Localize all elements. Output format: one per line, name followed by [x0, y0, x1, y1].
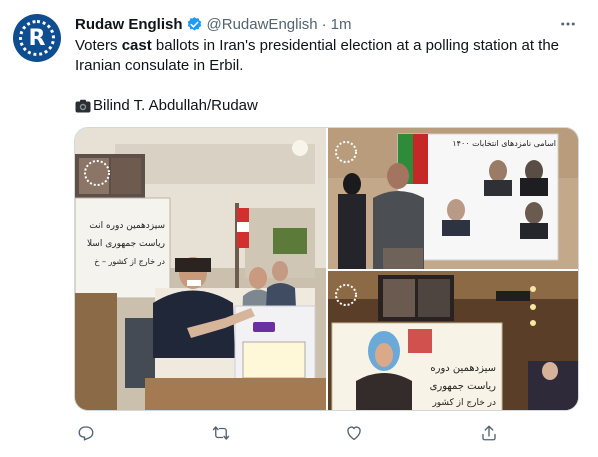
sign-text-1: سیزدهمین دوره [430, 363, 496, 374]
reply-icon[interactable] [75, 422, 97, 444]
media-grid: سیزدهمین دوره انت ریاست جمهوری اسلا در خ… [74, 127, 579, 411]
tweet-time[interactable]: 1m [331, 16, 352, 33]
photo-woman-voter[interactable]: سیزدهمین دوره ریاست جمهوری در خارج از کش… [328, 271, 578, 410]
tweet-header: Rudaw English @RudawEnglish · 1m [75, 14, 351, 34]
account-handle[interactable]: @RudawEnglish [207, 16, 318, 33]
heart-icon[interactable] [343, 422, 365, 444]
verified-badge-icon [186, 16, 203, 33]
separator-dot: · [321, 15, 327, 33]
photo-voter-at-candidate-poster[interactable]: اسامی نامزدهای انتخابات ۱۴۰۰ [328, 128, 578, 269]
photo-credit: Bilind T. Abdullah/Rudaw [75, 96, 258, 116]
account-name[interactable]: Rudaw English [75, 16, 183, 33]
sign-text-3: در خارج از کشور [431, 398, 496, 408]
poster-text-3: در خارج از کشور – خ [94, 257, 165, 266]
poster-text-2: ریاست جمهوری اسلا [87, 239, 165, 249]
sign-text-2: ریاست جمهوری [430, 381, 497, 392]
retweet-icon[interactable] [210, 422, 232, 444]
candidates-banner-text: اسامی نامزدهای انتخابات ۱۴۰۰ [452, 139, 556, 148]
tweet-actions [75, 422, 505, 444]
photo-ballot-box[interactable]: سیزدهمین دوره انت ریاست جمهوری اسلا در خ… [75, 128, 326, 410]
avatar-letter: R [28, 25, 46, 51]
poster-text-1: سیزدهمین دوره انت [89, 221, 165, 231]
share-icon[interactable] [478, 422, 500, 444]
tweet-text-part: Voters [75, 37, 122, 54]
more-options-icon[interactable] [558, 14, 578, 34]
tweet[interactable]: R Rudaw English @RudawEnglish · 1m Voter… [0, 0, 598, 457]
tweet-text: Voters cast ballots in Iran's presidenti… [75, 36, 580, 76]
tweet-text-bold: cast [121, 37, 152, 54]
photo-credit-text: Bilind T. Abdullah/Rudaw [93, 97, 258, 114]
camera-icon [75, 99, 91, 113]
avatar[interactable]: R [13, 14, 61, 62]
